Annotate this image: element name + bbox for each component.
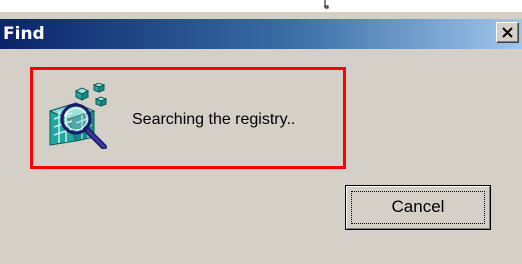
status-message: Searching the registry.. (132, 111, 296, 128)
registry-search-icon (48, 83, 108, 149)
screen: Find Searching the registry.. Cancel (0, 0, 522, 264)
window-title: Find (3, 24, 45, 44)
cancel-button-label: Cancel (391, 197, 445, 216)
close-x-icon (502, 27, 513, 38)
close-button[interactable] (496, 22, 519, 43)
cancel-button[interactable]: Cancel (345, 185, 491, 230)
stray-mark (324, 0, 329, 9)
title-bar[interactable]: Find (0, 19, 522, 49)
